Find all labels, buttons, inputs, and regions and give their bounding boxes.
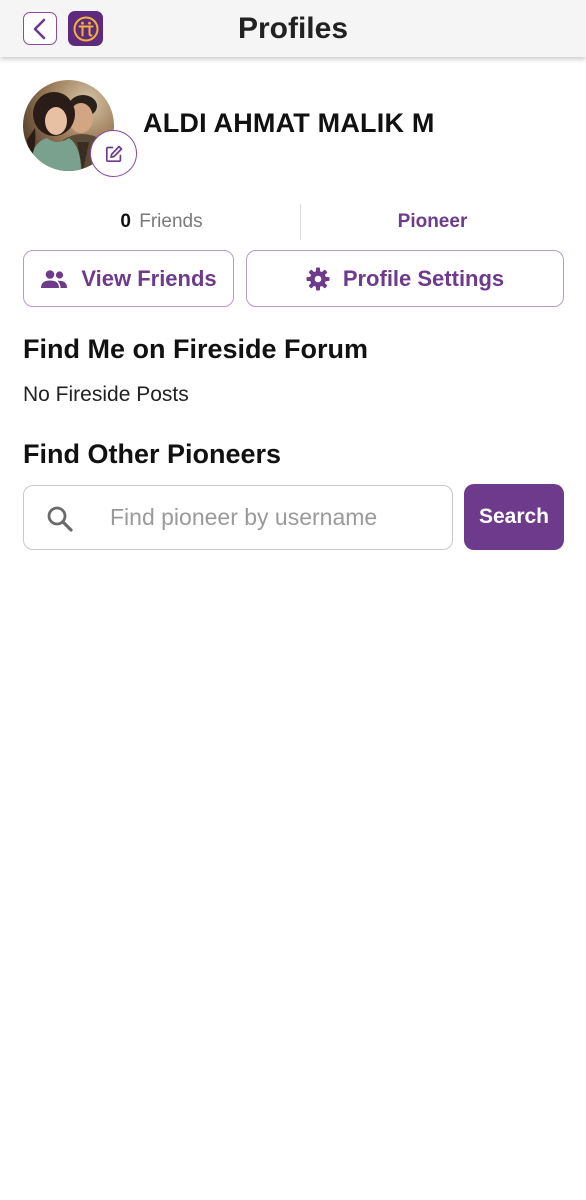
role-badge: Pioneer	[397, 211, 468, 232]
people-icon	[40, 269, 68, 289]
search-icon	[47, 506, 73, 532]
edit-pencil-icon	[105, 145, 122, 162]
back-button[interactable]	[23, 12, 57, 45]
fireside-section-title: Find Me on Fireside Forum	[23, 334, 369, 364]
gear-icon	[306, 267, 330, 291]
pi-logo-icon[interactable]	[68, 11, 103, 46]
edit-avatar-button[interactable]	[90, 130, 137, 177]
pi-symbol	[73, 16, 98, 41]
username: ALDI AHMAT MALIK M	[143, 108, 435, 138]
chevron-left-icon	[33, 18, 46, 39]
find-pioneers-title: Find Other Pioneers	[23, 439, 282, 469]
profile-stats: 0 Friends Pioneer	[23, 204, 564, 240]
view-friends-label: View Friends	[81, 265, 217, 291]
view-friends-button[interactable]: View Friends	[23, 250, 234, 307]
search-input[interactable]	[110, 488, 440, 546]
search-button[interactable]: Search	[464, 484, 564, 550]
profile-settings-button[interactable]: Profile Settings	[246, 250, 564, 307]
fireside-empty-text: No Fireside Posts	[23, 383, 189, 406]
friends-count-value: 0	[120, 211, 131, 232]
profile-settings-label: Profile Settings	[342, 265, 505, 291]
friends-count[interactable]: 0 Friends	[23, 204, 300, 240]
top-bar: Profiles	[0, 0, 586, 57]
friends-count-label: Friends	[139, 211, 203, 232]
search-box[interactable]	[23, 485, 453, 550]
